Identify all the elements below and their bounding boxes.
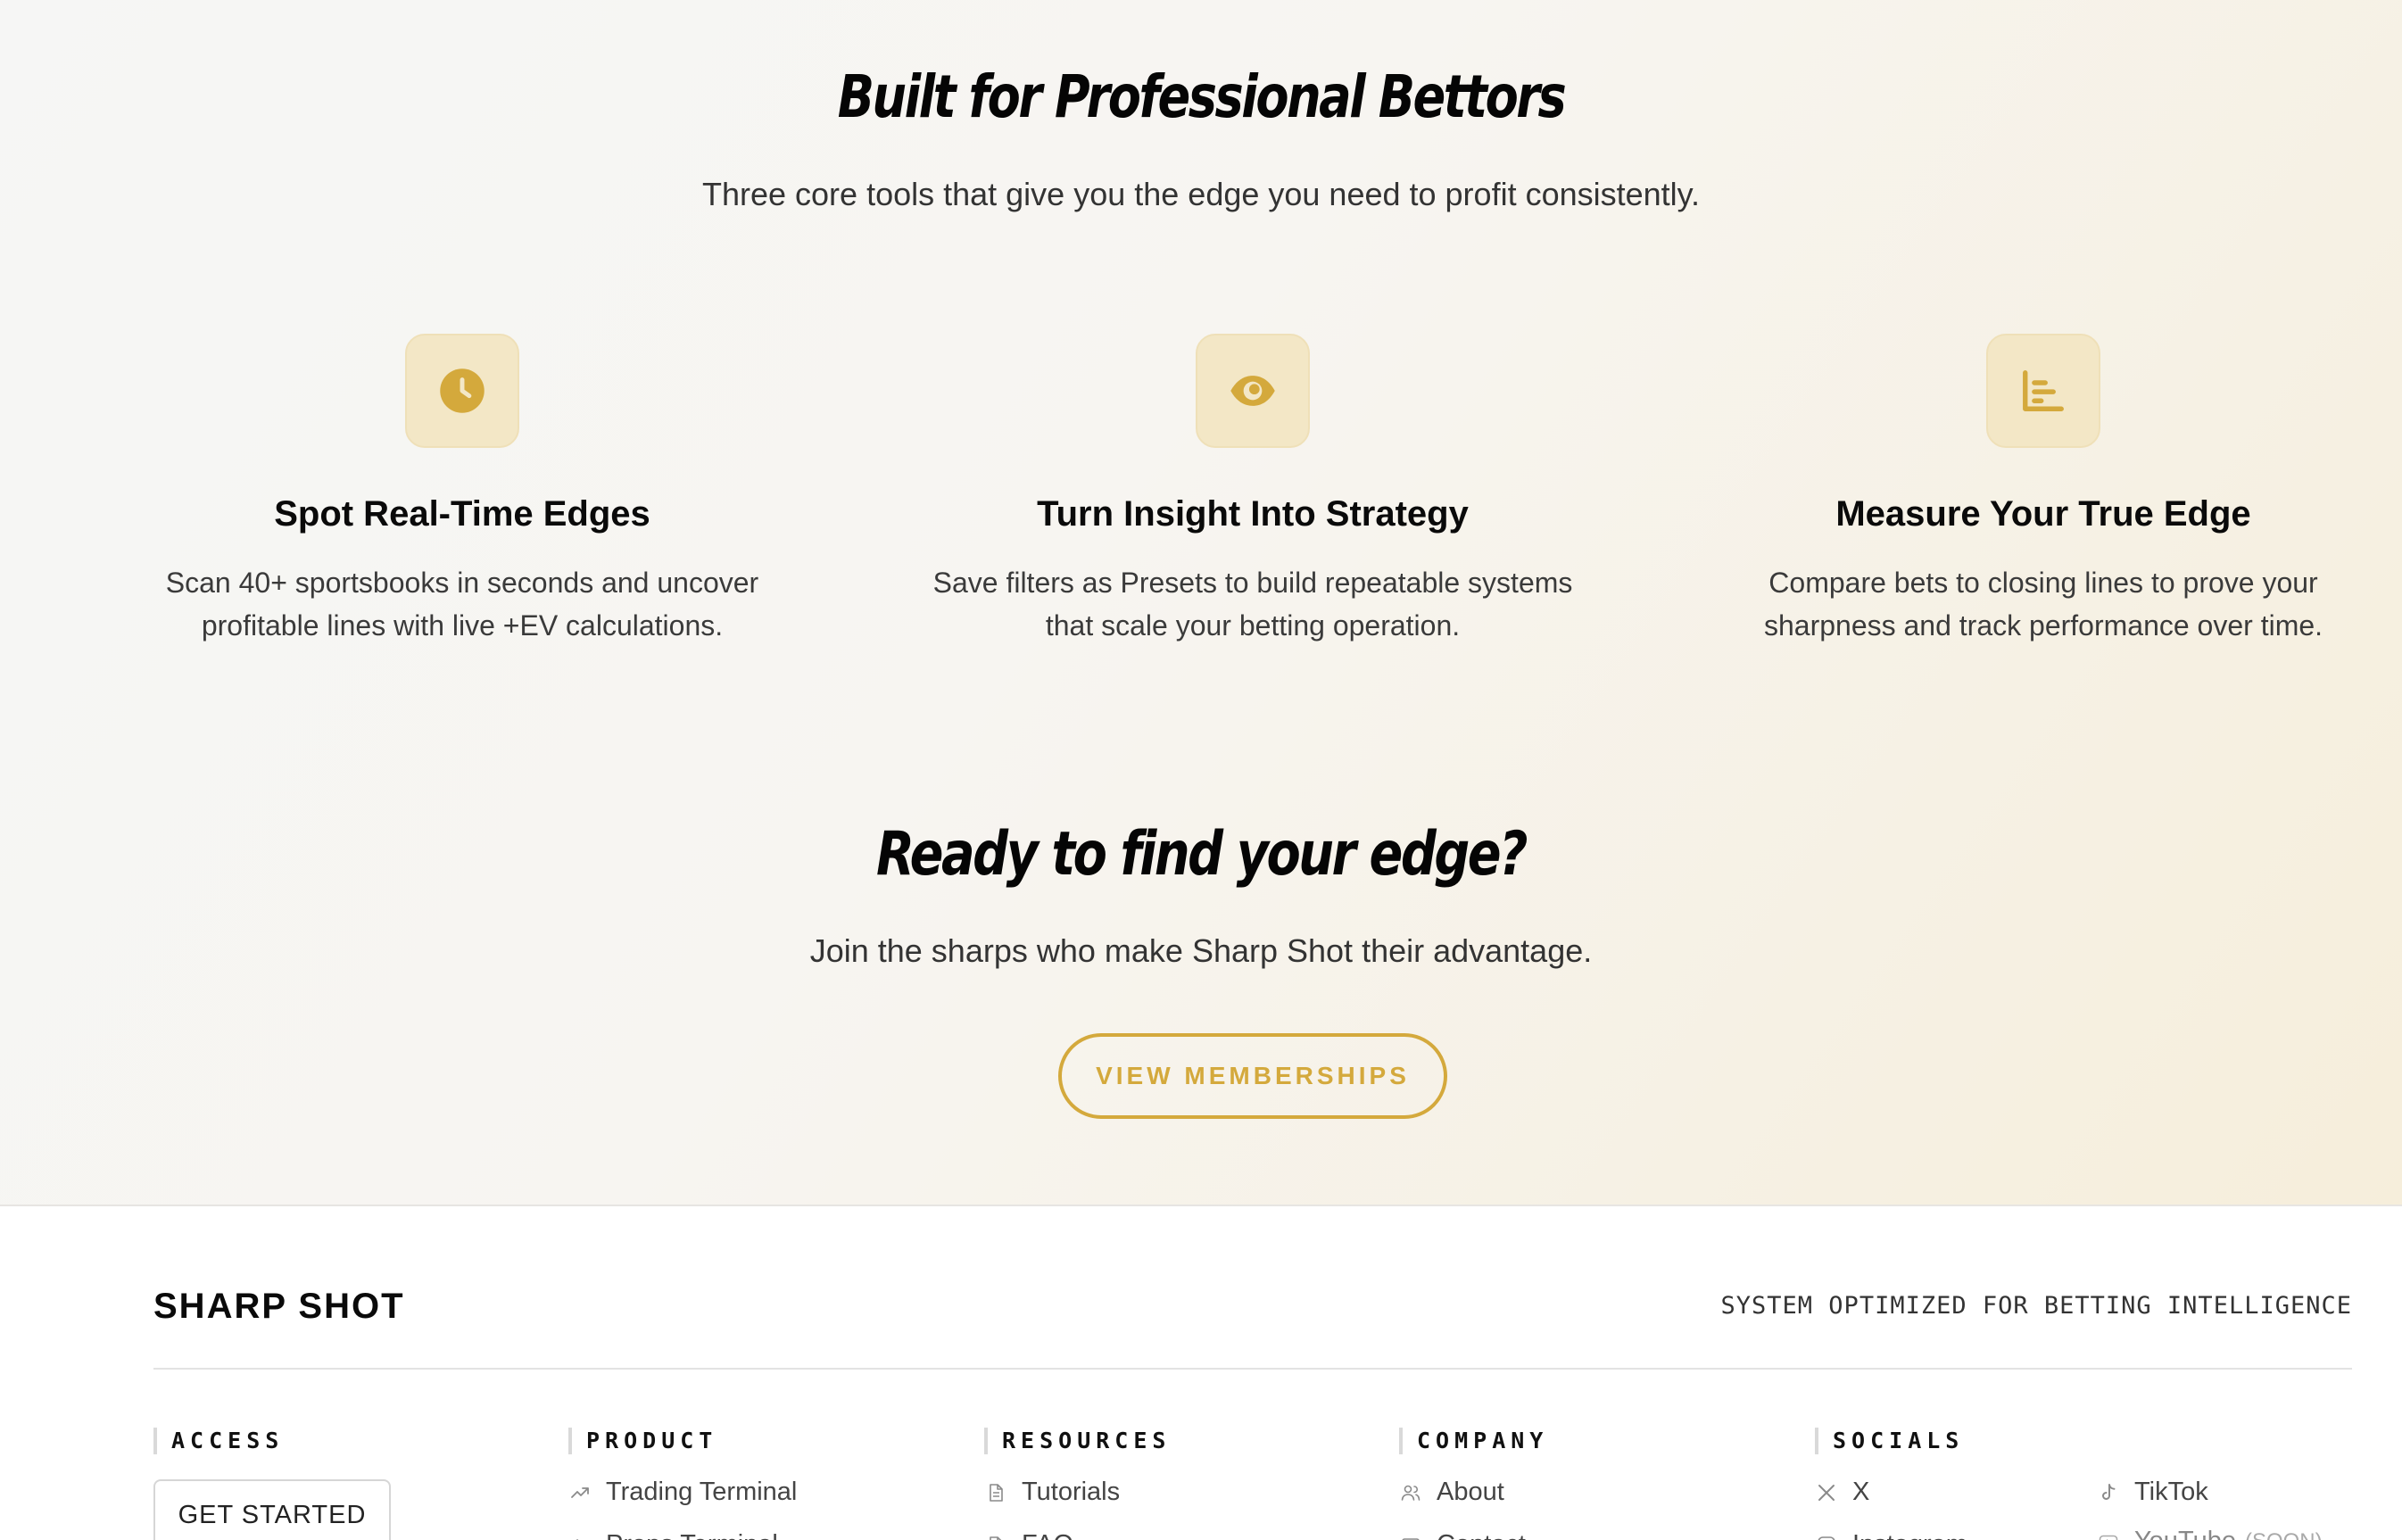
coming-soon-badge: (SOON)	[2245, 1529, 2323, 1540]
tiktok-icon	[2097, 1481, 2120, 1504]
footer-column-access: ACCESS GET STARTED	[153, 1428, 391, 1540]
footer-link-label: Tutorials	[1022, 1478, 1121, 1506]
chevron-right-icon	[568, 1534, 592, 1540]
cta-subtitle: Join the sharps who make Sharp Shot thei…	[809, 932, 1593, 969]
footer-brand-logo[interactable]: SHARP SHOT	[153, 1287, 405, 1327]
footer-heading-socials: SOCIALS	[1815, 1428, 1967, 1454]
footer-heading-company: COMPANY	[1399, 1428, 1548, 1454]
features-section: Built for Professional Bettors Three cor…	[0, 0, 2402, 1206]
footer-link-youtube: YouTube (SOON)	[2097, 1527, 2323, 1540]
feature-description: Save filters as Presets to build repeata…	[932, 567, 1573, 642]
footer-link-label: Props Terminal	[606, 1530, 778, 1540]
instagram-icon	[1815, 1534, 1838, 1540]
feature-card-true-edge: Measure Your True Edge Compare bets to c…	[1660, 334, 2402, 647]
footer-link-label: Instagram	[1852, 1530, 1967, 1540]
feature-icon-box	[1986, 334, 2100, 448]
footer-link-tiktok[interactable]: TikTok	[2097, 1478, 2323, 1507]
footer-tagline: SYSTEM OPTIMIZED FOR BETTING INTELLIGENC…	[1720, 1292, 2352, 1320]
footer-link-label: YouTube	[2134, 1527, 2236, 1540]
feature-title: Measure Your True Edge	[1835, 494, 2251, 534]
footer-link-label: Trading Terminal	[606, 1478, 798, 1506]
footer-link-x[interactable]: X	[1815, 1478, 1967, 1507]
feature-description: Scan 40+ sportsbooks in seconds and unco…	[165, 567, 759, 642]
footer-link-label: FAQ	[1022, 1530, 1073, 1540]
feature-title: Spot Real-Time Edges	[274, 494, 650, 534]
footer-link-instagram[interactable]: Instagram	[1815, 1530, 1967, 1540]
footer-link-faq[interactable]: FAQ	[984, 1530, 1171, 1540]
view-memberships-button[interactable]: VIEW MEMBERSHIPS	[1058, 1033, 1447, 1119]
footer-link-label: TikTok	[2134, 1478, 2208, 1506]
footer-column-company: COMPANY About Contact	[1399, 1428, 1548, 1540]
clock-icon	[440, 368, 485, 413]
footer-column-socials: SOCIALS X Instagram	[1815, 1428, 1967, 1540]
footer-link-label: About	[1437, 1478, 1504, 1506]
footer-link-label: Contact	[1437, 1530, 1526, 1540]
section-subtitle: Three core tools that give you the edge …	[701, 176, 1700, 212]
users-icon	[1399, 1481, 1422, 1504]
document-icon	[984, 1534, 1007, 1540]
footer-spacer	[2097, 1428, 2323, 1454]
youtube-icon	[2097, 1530, 2120, 1540]
footer-link-trading-terminal[interactable]: Trading Terminal	[568, 1478, 797, 1507]
feature-icon-box	[1196, 334, 1310, 448]
section-title: Built for Professional Bettors	[837, 62, 1567, 131]
x-logo-icon	[1815, 1481, 1838, 1504]
feature-title: Turn Insight Into Strategy	[1037, 494, 1469, 534]
document-icon	[984, 1481, 1007, 1504]
get-started-button[interactable]: GET STARTED	[153, 1479, 391, 1540]
cta-title: Ready to find your edge?	[875, 819, 1528, 890]
feature-card-realtime-edges: Spot Real-Time Edges Scan 40+ sportsbook…	[79, 334, 846, 647]
footer-heading-resources: RESOURCES	[984, 1428, 1171, 1454]
footer-heading-access: ACCESS	[153, 1428, 391, 1454]
footer-link-contact[interactable]: Contact	[1399, 1530, 1548, 1540]
feature-description: Compare bets to closing lines to prove y…	[1763, 567, 2323, 642]
footer-column-resources: RESOURCES Tutorials FAQ	[984, 1428, 1171, 1540]
footer-heading-product: PRODUCT	[568, 1428, 797, 1454]
bar-chart-icon	[2023, 370, 2064, 411]
footer-divider	[153, 1368, 2352, 1370]
feature-card-insight-strategy: Turn Insight Into Strategy Save filters …	[869, 334, 1636, 647]
feature-icon-box	[405, 334, 519, 448]
footer-link-about[interactable]: About	[1399, 1478, 1548, 1507]
footer-link-label: X	[1852, 1478, 1870, 1506]
mail-icon	[1399, 1534, 1422, 1540]
footer-link-props-terminal[interactable]: Props Terminal	[568, 1530, 797, 1540]
trending-up-icon	[568, 1481, 592, 1504]
footer-column-product: PRODUCT Trading Terminal Props Terminal	[568, 1428, 797, 1540]
footer-column-socials-2: TikTok YouTube (SOON)	[2097, 1428, 2323, 1540]
footer-link-tutorials[interactable]: Tutorials	[984, 1478, 1171, 1507]
eye-icon	[1230, 376, 1275, 406]
